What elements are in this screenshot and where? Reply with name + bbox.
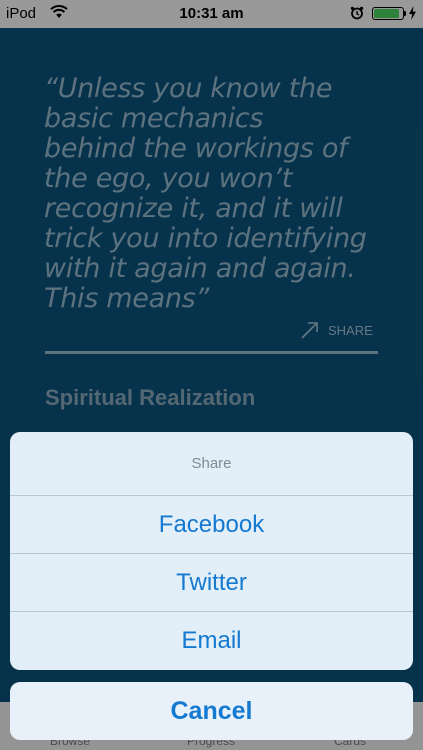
facebook-button[interactable]: Facebook bbox=[10, 496, 413, 554]
twitter-button[interactable]: Twitter bbox=[10, 554, 413, 612]
cancel-button[interactable]: Cancel bbox=[10, 682, 413, 740]
email-button[interactable]: Email bbox=[10, 612, 413, 670]
action-sheet-title: Share bbox=[10, 432, 413, 496]
share-action-sheet: Share Facebook Twitter Email bbox=[10, 432, 413, 670]
